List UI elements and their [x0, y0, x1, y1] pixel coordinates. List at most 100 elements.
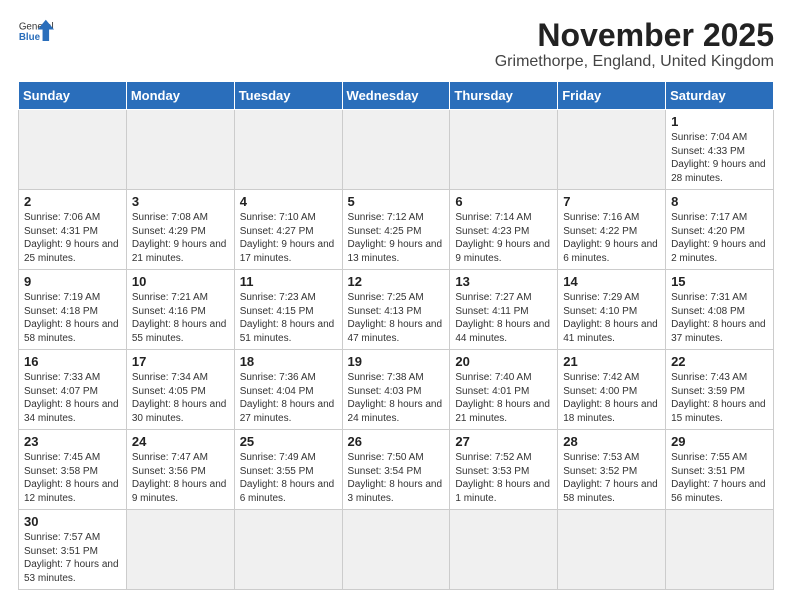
day-number: 4 [240, 194, 337, 209]
day-number: 10 [132, 274, 229, 289]
calendar-cell: 9 Sunrise: 7:19 AM Sunset: 4:18 PM Daylig… [19, 270, 127, 350]
calendar-title: November 2025 [495, 18, 774, 53]
day-info: Sunrise: 7:31 AM Sunset: 4:08 PM Dayligh… [671, 291, 768, 345]
day-number: 2 [24, 194, 121, 209]
calendar-cell: 25 Sunrise: 7:49 AM Sunset: 3:55 PM Dayli… [234, 430, 342, 510]
day-info: Sunrise: 7:16 AM Sunset: 4:22 PM Dayligh… [563, 211, 660, 265]
calendar-cell: 22Sunrise: 7:43 AM Sunset: 3:59 PM Dayli… [666, 350, 774, 430]
day-info: Sunrise: 7:19 AM Sunset: 4:18 PM Dayligh… [24, 291, 121, 345]
day-info: Sunrise: 7:06 AM Sunset: 4:31 PM Dayligh… [24, 211, 121, 265]
day-number: 30 [24, 514, 121, 529]
calendar-cell: 16 Sunrise: 7:33 AM Sunset: 4:07 PM Dayli… [19, 350, 127, 430]
day-number: 12 [348, 274, 445, 289]
day-number: 6 [455, 194, 552, 209]
day-info: Sunrise: 7:38 AM Sunset: 4:03 PM Dayligh… [348, 371, 445, 425]
calendar-cell: 14Sunrise: 7:29 AM Sunset: 4:10 PM Dayli… [558, 270, 666, 350]
day-number: 3 [132, 194, 229, 209]
day-info: Sunrise: 7:49 AM Sunset: 3:55 PM Dayligh… [240, 451, 337, 505]
calendar-cell: 8Sunrise: 7:17 AM Sunset: 4:20 PM Daylig… [666, 190, 774, 270]
day-number: 17 [132, 354, 229, 369]
calendar-cell: 29 Sunrise: 7:55 AM Sunset: 3:51 PM Dayli… [666, 430, 774, 510]
day-info: Sunrise: 7:45 AM Sunset: 3:58 PM Dayligh… [24, 451, 121, 505]
calendar-cell [19, 110, 127, 190]
day-number: 20 [455, 354, 552, 369]
day-info: Sunrise: 7:42 AM Sunset: 4:00 PM Dayligh… [563, 371, 660, 425]
calendar-cell: 28 Sunrise: 7:53 AM Sunset: 3:52 PM Dayli… [558, 430, 666, 510]
calendar-cell: 1 Sunrise: 7:04 AM Sunset: 4:33 PM Daylig… [666, 110, 774, 190]
col-saturday: Saturday [666, 82, 774, 110]
day-info: Sunrise: 7:21 AM Sunset: 4:16 PM Dayligh… [132, 291, 229, 345]
calendar-cell: 12 Sunrise: 7:25 AM Sunset: 4:13 PM Dayli… [342, 270, 450, 350]
day-number: 1 [671, 114, 768, 129]
day-info: Sunrise: 7:29 AM Sunset: 4:10 PM Dayligh… [563, 291, 660, 345]
day-info: Sunrise: 7:53 AM Sunset: 3:52 PM Dayligh… [563, 451, 660, 505]
day-info: Sunrise: 7:14 AM Sunset: 4:23 PM Dayligh… [455, 211, 552, 265]
calendar-cell: 30Sunrise: 7:57 AM Sunset: 3:51 PM Dayli… [19, 510, 127, 590]
day-number: 25 [240, 434, 337, 449]
header: General Blue November 2025 Grimethorpe, … [18, 18, 774, 71]
calendar-cell [342, 110, 450, 190]
calendar-cell [126, 110, 234, 190]
calendar-cell: 11Sunrise: 7:23 AM Sunset: 4:15 PM Dayli… [234, 270, 342, 350]
calendar-cell: 2 Sunrise: 7:06 AM Sunset: 4:31 PM Daylig… [19, 190, 127, 270]
calendar-header-row: Sunday Monday Tuesday Wednesday Thursday… [19, 82, 774, 110]
calendar-week-row: 30Sunrise: 7:57 AM Sunset: 3:51 PM Dayli… [19, 510, 774, 590]
calendar-cell [342, 510, 450, 590]
calendar-cell [558, 110, 666, 190]
col-friday: Friday [558, 82, 666, 110]
calendar-cell [450, 510, 558, 590]
calendar-cell: 19Sunrise: 7:38 AM Sunset: 4:03 PM Dayli… [342, 350, 450, 430]
calendar-cell: 18 Sunrise: 7:36 AM Sunset: 4:04 PM Dayli… [234, 350, 342, 430]
calendar-cell: 4Sunrise: 7:10 AM Sunset: 4:27 PM Daylig… [234, 190, 342, 270]
day-info: Sunrise: 7:36 AM Sunset: 4:04 PM Dayligh… [240, 371, 337, 425]
day-info: Sunrise: 7:33 AM Sunset: 4:07 PM Dayligh… [24, 371, 121, 425]
day-number: 21 [563, 354, 660, 369]
day-info: Sunrise: 7:47 AM Sunset: 3:56 PM Dayligh… [132, 451, 229, 505]
calendar-cell [450, 110, 558, 190]
day-number: 29 [671, 434, 768, 449]
general-blue-logo-icon: General Blue [18, 18, 54, 46]
day-info: Sunrise: 7:34 AM Sunset: 4:05 PM Dayligh… [132, 371, 229, 425]
calendar-cell: 5 Sunrise: 7:12 AM Sunset: 4:25 PM Daylig… [342, 190, 450, 270]
day-info: Sunrise: 7:08 AM Sunset: 4:29 PM Dayligh… [132, 211, 229, 265]
calendar-cell: 24Sunrise: 7:47 AM Sunset: 3:56 PM Dayli… [126, 430, 234, 510]
day-info: Sunrise: 7:40 AM Sunset: 4:01 PM Dayligh… [455, 371, 552, 425]
day-info: Sunrise: 7:04 AM Sunset: 4:33 PM Dayligh… [671, 131, 768, 185]
calendar-cell: 26 Sunrise: 7:50 AM Sunset: 3:54 PM Dayli… [342, 430, 450, 510]
title-block: November 2025 Grimethorpe, England, Unit… [495, 18, 774, 71]
col-sunday: Sunday [19, 82, 127, 110]
day-number: 8 [671, 194, 768, 209]
calendar-cell: 23 Sunrise: 7:45 AM Sunset: 3:58 PM Dayli… [19, 430, 127, 510]
day-number: 27 [455, 434, 552, 449]
calendar-cell: 3 Sunrise: 7:08 AM Sunset: 4:29 PM Daylig… [126, 190, 234, 270]
day-number: 9 [24, 274, 121, 289]
day-info: Sunrise: 7:55 AM Sunset: 3:51 PM Dayligh… [671, 451, 768, 505]
calendar-cell: 6 Sunrise: 7:14 AM Sunset: 4:23 PM Daylig… [450, 190, 558, 270]
day-number: 13 [455, 274, 552, 289]
col-tuesday: Tuesday [234, 82, 342, 110]
day-info: Sunrise: 7:12 AM Sunset: 4:25 PM Dayligh… [348, 211, 445, 265]
calendar-week-row: 23 Sunrise: 7:45 AM Sunset: 3:58 PM Dayli… [19, 430, 774, 510]
calendar-cell [666, 510, 774, 590]
calendar-cell: 27Sunrise: 7:52 AM Sunset: 3:53 PM Dayli… [450, 430, 558, 510]
day-number: 5 [348, 194, 445, 209]
day-number: 26 [348, 434, 445, 449]
day-number: 23 [24, 434, 121, 449]
col-wednesday: Wednesday [342, 82, 450, 110]
day-info: Sunrise: 7:25 AM Sunset: 4:13 PM Dayligh… [348, 291, 445, 345]
day-number: 28 [563, 434, 660, 449]
svg-text:Blue: Blue [19, 32, 41, 43]
logo: General Blue [18, 18, 54, 46]
day-number: 16 [24, 354, 121, 369]
page: General Blue November 2025 Grimethorpe, … [0, 0, 792, 600]
day-info: Sunrise: 7:50 AM Sunset: 3:54 PM Dayligh… [348, 451, 445, 505]
calendar-week-row: 16 Sunrise: 7:33 AM Sunset: 4:07 PM Dayli… [19, 350, 774, 430]
calendar-table: Sunday Monday Tuesday Wednesday Thursday… [18, 81, 774, 590]
day-number: 15 [671, 274, 768, 289]
calendar-cell: 7Sunrise: 7:16 AM Sunset: 4:22 PM Daylig… [558, 190, 666, 270]
col-monday: Monday [126, 82, 234, 110]
calendar-week-row: 1 Sunrise: 7:04 AM Sunset: 4:33 PM Daylig… [19, 110, 774, 190]
calendar-cell: 17 Sunrise: 7:34 AM Sunset: 4:05 PM Dayli… [126, 350, 234, 430]
day-number: 18 [240, 354, 337, 369]
col-thursday: Thursday [450, 82, 558, 110]
